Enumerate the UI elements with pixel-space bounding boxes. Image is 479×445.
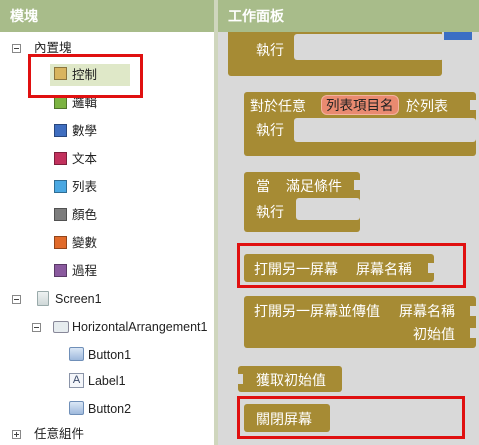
- category-label: 文本: [72, 152, 98, 166]
- tree-item-label: HorizontalArrangement1: [72, 320, 208, 334]
- open-another-screen-with-value-block[interactable]: 打開另一屏幕並傳值 屏幕名稱 初始值: [244, 296, 476, 348]
- blocks-panel: 模塊 內置塊 控制 邏輯 數學 文本 列表 顏色 變數 過程 Screen1 H…: [0, 0, 214, 445]
- tree-item-label: Label1: [88, 374, 126, 388]
- block-partial-do[interactable]: 執行: [228, 32, 444, 76]
- workspace-scrollbar[interactable]: [444, 32, 472, 40]
- procedures-icon: [54, 264, 67, 277]
- tree-item-label1[interactable]: A Label1: [0, 369, 214, 393]
- workspace-title: 工作面板: [218, 0, 479, 32]
- variable-name-pill[interactable]: 列表項目名: [321, 95, 399, 115]
- block-suffix-label: 於列表: [406, 98, 448, 114]
- category-label: 變數: [72, 236, 98, 250]
- get-start-value-block[interactable]: 獲取初始值: [238, 366, 342, 392]
- collapse-toggle-icon[interactable]: [12, 44, 21, 53]
- tree-item-button1[interactable]: Button1: [0, 343, 214, 367]
- math-icon: [54, 124, 67, 137]
- block-when-label: 當: [256, 178, 270, 194]
- block-label: 獲取初始值: [256, 372, 326, 388]
- open-screen-highlight-box: [237, 243, 466, 288]
- block-prefix-label: 對於任意: [250, 98, 306, 114]
- category-label: 過程: [72, 264, 98, 278]
- category-lists[interactable]: 列表: [0, 174, 214, 198]
- category-text[interactable]: 文本: [0, 146, 214, 170]
- input-socket: [470, 100, 476, 110]
- tree-item-any-component[interactable]: 任意組件: [0, 422, 214, 445]
- input-socket: [470, 306, 476, 316]
- tree-item-label: Screen1: [55, 292, 102, 306]
- lists-icon: [54, 180, 67, 193]
- category-math[interactable]: 數學: [0, 118, 214, 142]
- input-socket: [470, 328, 476, 338]
- block-do-label: 執行: [256, 204, 284, 220]
- block-label: 打開另一屏幕並傳值: [254, 303, 380, 319]
- category-colors[interactable]: 顏色: [0, 202, 214, 226]
- tree-item-horizontal-arrangement[interactable]: HorizontalArrangement1: [0, 315, 214, 339]
- screen-icon: [37, 291, 49, 306]
- input-socket: [354, 180, 360, 190]
- block-do-label: 執行: [256, 122, 284, 138]
- text-icon: [54, 152, 67, 165]
- button-icon: [69, 401, 84, 415]
- category-label: 列表: [72, 180, 98, 194]
- colors-icon: [54, 208, 67, 221]
- horizontal-arrangement-icon: [53, 321, 69, 333]
- category-label: 數學: [72, 124, 98, 138]
- for-each-item-block[interactable]: 對於任意 列表項目名 於列表 執行: [244, 92, 476, 156]
- collapse-toggle-icon[interactable]: [32, 323, 41, 332]
- statement-slot: [294, 34, 444, 60]
- blocks-panel-title: 模塊: [0, 0, 214, 32]
- tree-item-label: Button1: [88, 348, 132, 362]
- collapse-toggle-icon[interactable]: [12, 295, 21, 304]
- statement-slot: [296, 198, 360, 220]
- tree-item-screen1[interactable]: Screen1: [0, 287, 214, 311]
- block-param2-label: 初始值: [413, 326, 455, 342]
- tree-item-label: Button2: [88, 402, 132, 416]
- tree-item-label: 任意組件: [34, 427, 85, 441]
- button-icon: [69, 347, 84, 361]
- variables-icon: [54, 236, 67, 249]
- tree-item-button2[interactable]: Button2: [0, 397, 214, 421]
- category-label: 顏色: [72, 208, 98, 222]
- block-param1-label: 屏幕名稱: [399, 303, 455, 319]
- block-condition-label: 滿足條件: [286, 178, 342, 194]
- output-plug: [238, 374, 243, 384]
- control-highlight-box: [28, 54, 143, 98]
- block-do-label: 執行: [256, 42, 284, 58]
- while-block[interactable]: 當 滿足條件 執行: [244, 172, 360, 232]
- statement-slot: [294, 118, 476, 142]
- category-procedures[interactable]: 過程: [0, 258, 214, 282]
- expand-toggle-icon[interactable]: [12, 430, 21, 439]
- label-icon: A: [69, 373, 84, 388]
- category-variables[interactable]: 變數: [0, 230, 214, 254]
- close-screen-highlight-box: [237, 396, 465, 439]
